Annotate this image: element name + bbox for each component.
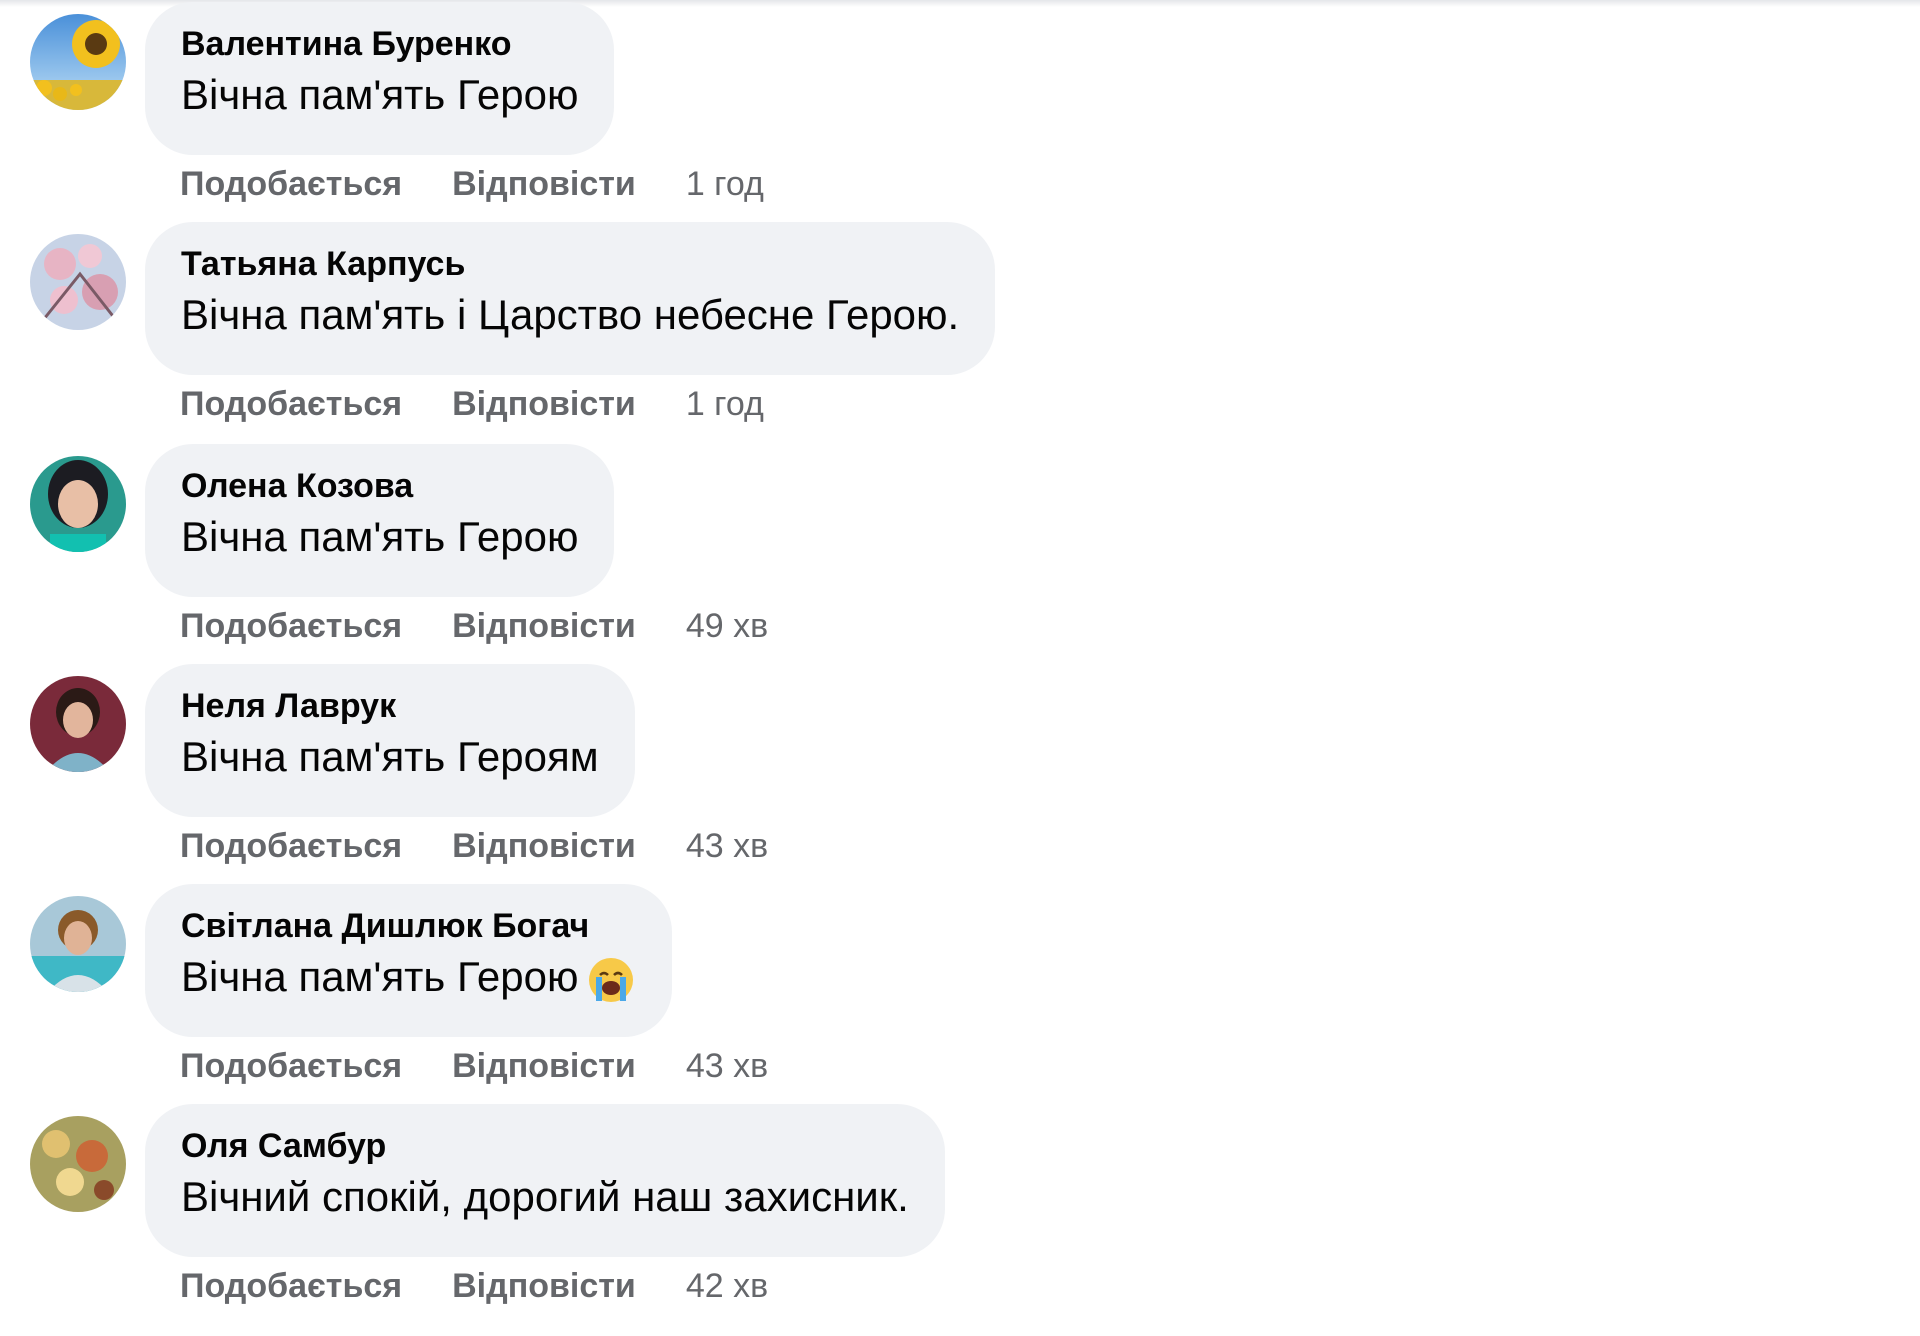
like-button[interactable]: Подобається <box>180 385 402 424</box>
comment-bubble: Неля Лаврук Вічна пам'ять Героям <box>145 664 635 817</box>
comment-bubble: Татьяна Карпусь Вічна пам'ять і Царство … <box>145 222 996 375</box>
loudly-crying-face-emoji <box>589 957 634 1002</box>
comment-bubble: Валентина Буренко Вічна пам'ять Герою <box>145 2 615 155</box>
comment-item: Валентина Буренко Вічна пам'ять Герою По… <box>0 2 1920 234</box>
comment-text: Вічна пам'ять Герою <box>181 513 579 560</box>
sunflower-avatar-image <box>30 14 126 110</box>
reply-button[interactable]: Відповісти <box>452 165 636 204</box>
comment-text: Вічна пам'ять і Царство небесне Герою. <box>181 291 960 338</box>
comment-author[interactable]: Валентина Буренко <box>181 24 578 64</box>
portrait-avatar-image <box>30 456 126 552</box>
comment-author[interactable]: Татьяна Карпусь <box>181 244 959 284</box>
comment-text: Вічна пам'ять Герою <box>181 71 579 118</box>
blossom-avatar-image <box>30 234 126 330</box>
comment-item: Оля Самбур Вічний спокій, дорогий наш за… <box>0 1104 1920 1336</box>
like-button[interactable]: Подобається <box>180 1267 402 1306</box>
comment-actions: Подобається Відповісти 1 год <box>180 164 764 204</box>
comment-actions: Подобається Відповісти 49 хв <box>180 606 768 646</box>
reply-button[interactable]: Відповісти <box>452 827 636 866</box>
reply-button[interactable]: Відповісти <box>452 607 636 646</box>
reply-button[interactable]: Відповісти <box>452 385 636 424</box>
comment-text-content: Вічна пам'ять Герою <box>181 953 579 1000</box>
comment-text: Вічна пам'ять Героям <box>181 733 599 780</box>
comment-actions: Подобається Відповісти 43 хв <box>180 1046 768 1086</box>
comment-author[interactable]: Неля Лаврук <box>181 686 599 726</box>
comment-bubble: Олена Козова Вічна пам'ять Герою <box>145 444 615 597</box>
comment-timestamp[interactable]: 1 год <box>686 385 764 424</box>
comment-timestamp[interactable]: 1 год <box>686 165 764 204</box>
comment-author[interactable]: Оля Самбур <box>181 1126 909 1166</box>
comment-item: Неля Лаврук Вічна пам'ять Героям Подобає… <box>0 664 1920 896</box>
comment-actions: Подобається Відповісти 1 год <box>180 384 764 424</box>
comment-list: Валентина Буренко Вічна пам'ять Герою По… <box>0 0 1920 1323</box>
comment-item: Татьяна Карпусь Вічна пам'ять і Царство … <box>0 222 1920 454</box>
avatar[interactable] <box>30 676 126 772</box>
flowers-avatar-image <box>30 1116 126 1212</box>
reply-button[interactable]: Відповісти <box>452 1047 636 1086</box>
comment-text: Вічна пам'ять Герою <box>181 950 636 1005</box>
comment-bubble: Світлана Дишлюк Богач Вічна пам'ять Геро… <box>145 884 673 1037</box>
comment-item: Світлана Дишлюк Богач Вічна пам'ять Геро… <box>0 884 1920 1116</box>
like-button[interactable]: Подобається <box>180 1047 402 1086</box>
comment-timestamp[interactable]: 43 хв <box>686 827 768 866</box>
portrait-avatar-image <box>30 896 126 992</box>
comment-timestamp[interactable]: 49 хв <box>686 607 768 646</box>
comment-text: Вічний спокій, дорогий наш захисник. <box>181 1173 909 1220</box>
avatar[interactable] <box>30 896 126 992</box>
comment-timestamp[interactable]: 42 хв <box>686 1267 768 1306</box>
avatar[interactable] <box>30 1116 126 1212</box>
like-button[interactable]: Подобається <box>180 827 402 866</box>
reply-button[interactable]: Відповісти <box>452 1267 636 1306</box>
comment-timestamp[interactable]: 43 хв <box>686 1047 768 1086</box>
avatar[interactable] <box>30 456 126 552</box>
like-button[interactable]: Подобається <box>180 165 402 204</box>
comment-item: Олена Козова Вічна пам'ять Герою Подобає… <box>0 444 1920 676</box>
comment-author[interactable]: Світлана Дишлюк Богач <box>181 906 636 946</box>
comment-author[interactable]: Олена Козова <box>181 466 578 506</box>
avatar[interactable] <box>30 14 126 110</box>
comment-actions: Подобається Відповісти 42 хв <box>180 1266 768 1306</box>
comment-actions: Подобається Відповісти 43 хв <box>180 826 768 866</box>
avatar[interactable] <box>30 234 126 330</box>
portrait-avatar-image <box>30 676 126 772</box>
like-button[interactable]: Подобається <box>180 607 402 646</box>
comment-bubble: Оля Самбур Вічний спокій, дорогий наш за… <box>145 1104 945 1257</box>
